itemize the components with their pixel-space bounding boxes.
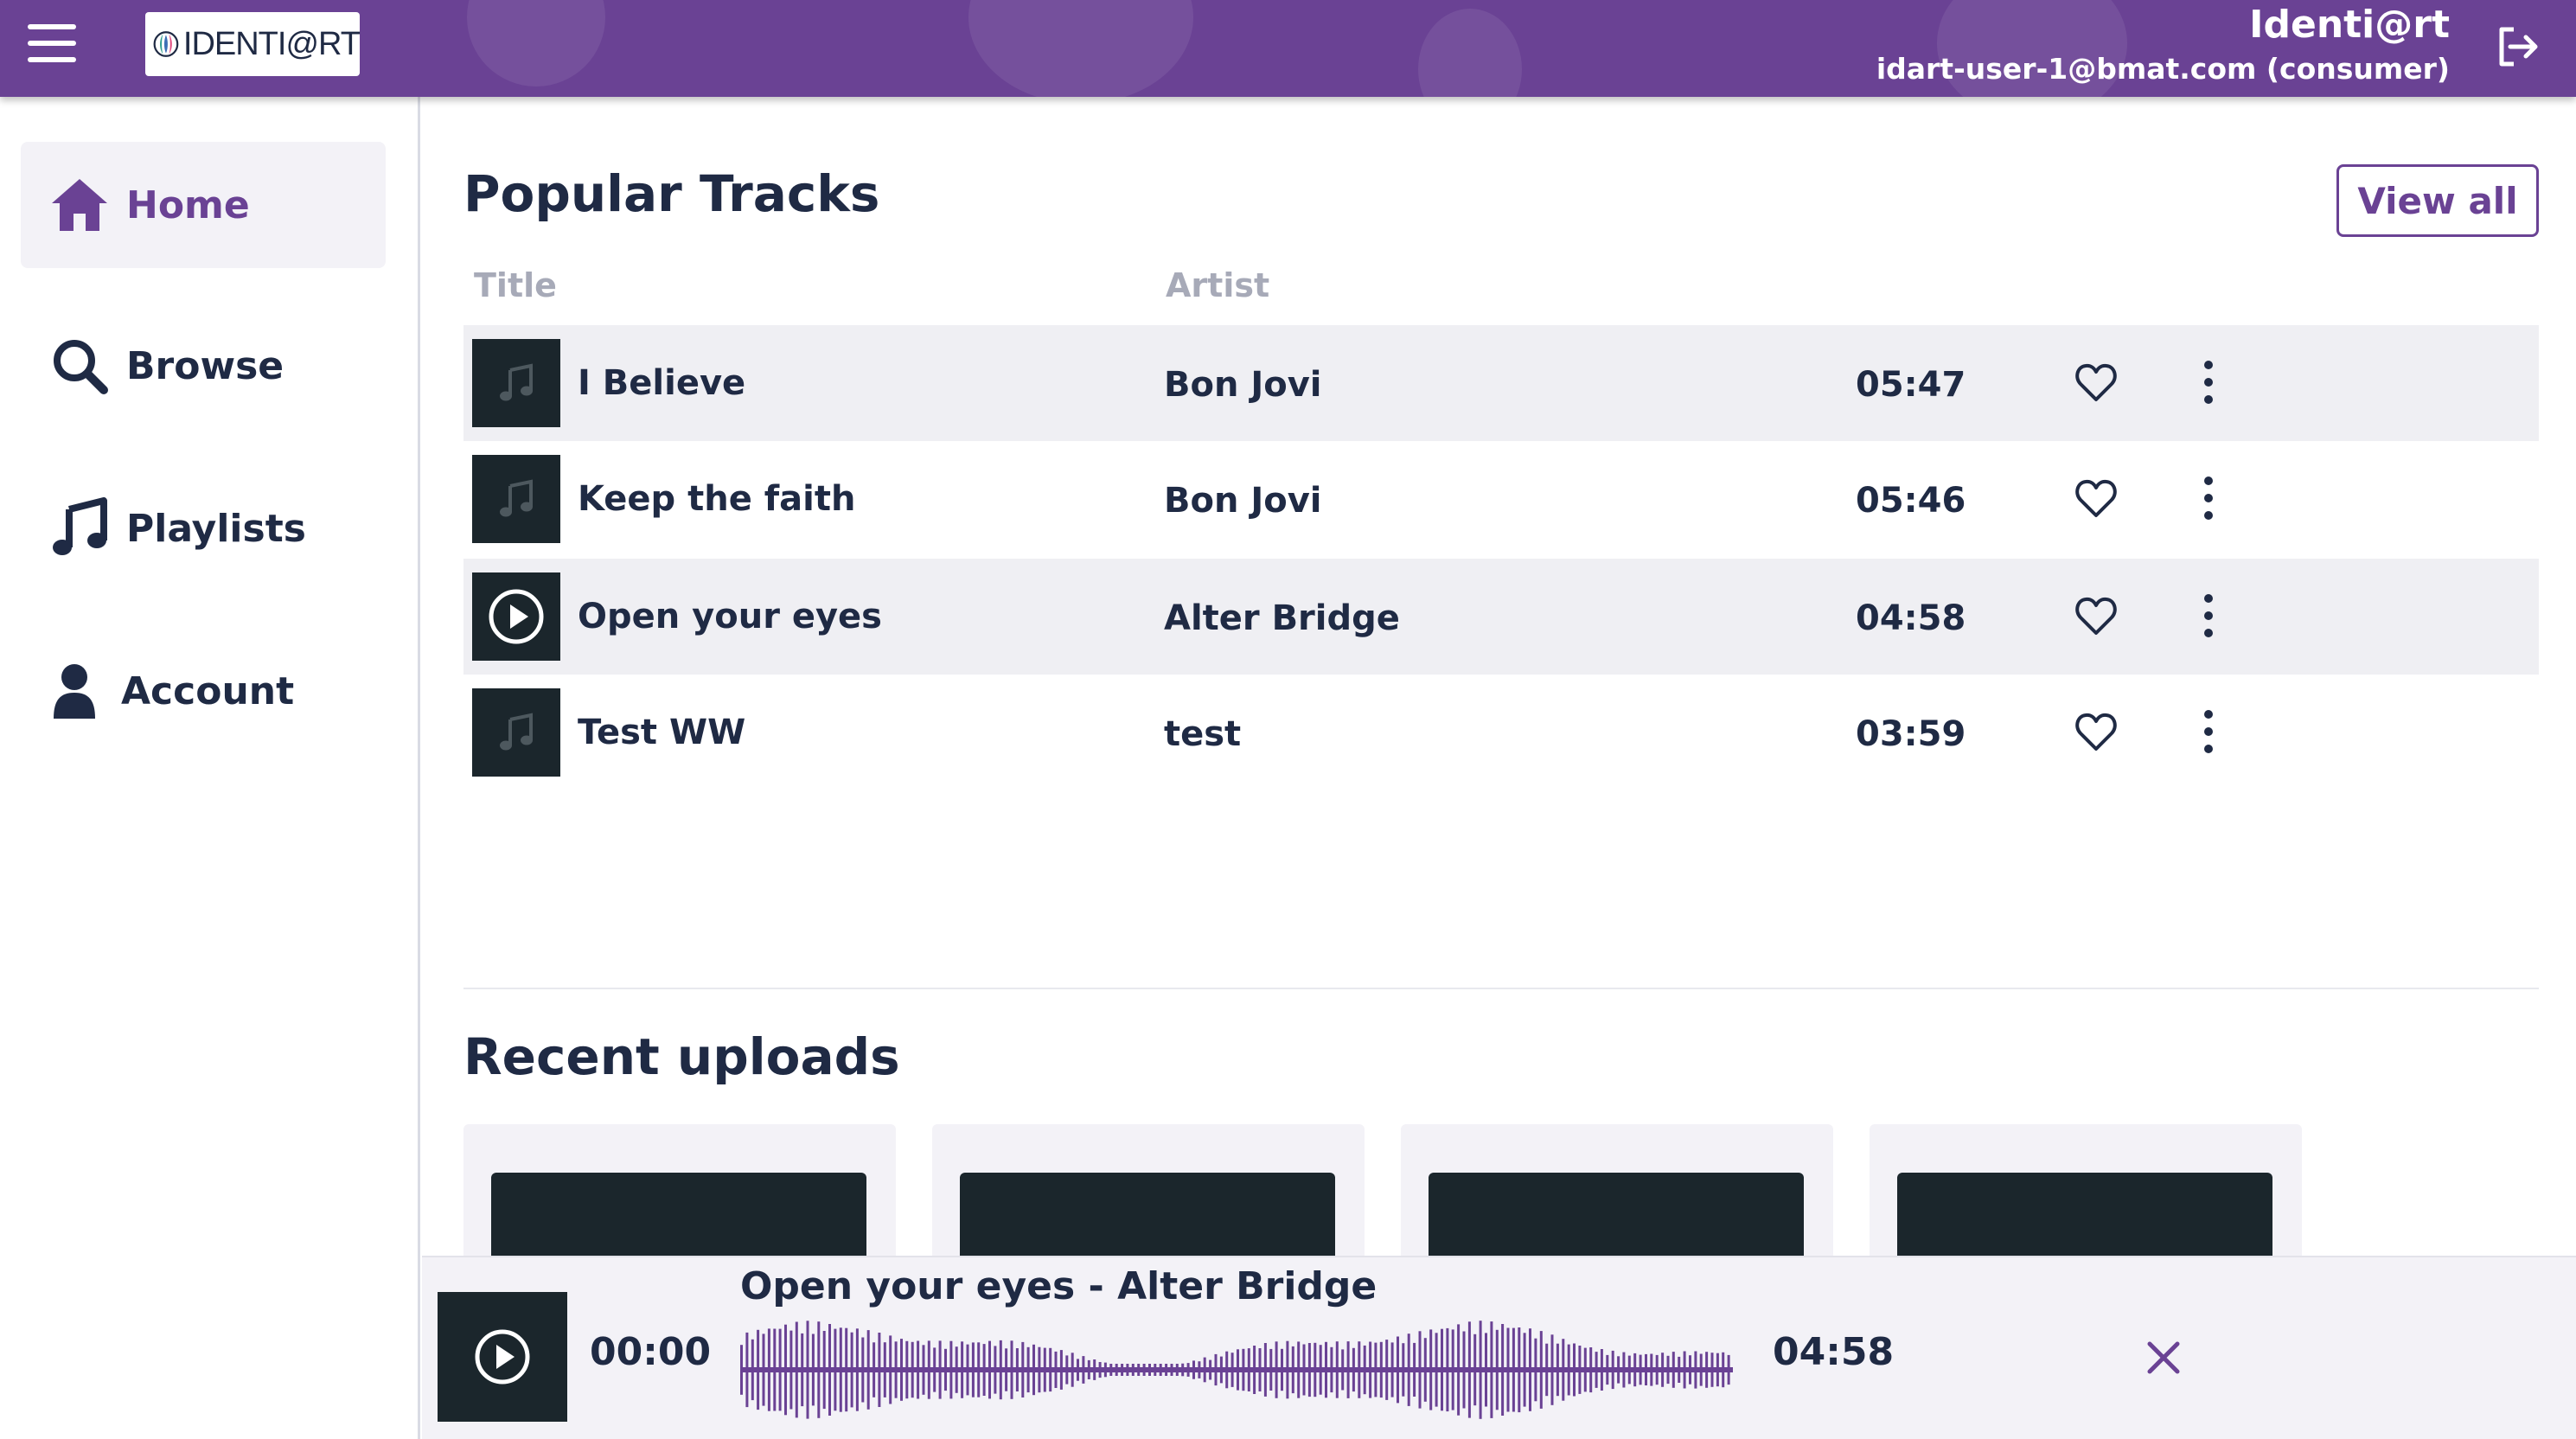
header-decoration: [1418, 9, 1522, 97]
heart-icon[interactable]: [2074, 360, 2119, 405]
upload-cover: [960, 1173, 1335, 1263]
more-options-icon[interactable]: [2198, 474, 2219, 522]
player-current-time: 00:00: [590, 1330, 712, 1374]
app-header: IDENTI@RT Identi@rt idart-user-1@bmat.co…: [0, 0, 2576, 97]
sidebar-item-label: Playlists: [126, 506, 306, 551]
upload-card[interactable]: [1401, 1124, 1833, 1263]
logo-mark-icon: [153, 31, 179, 57]
upload-cover: [1897, 1173, 2272, 1263]
player-total-time: 04:58: [1773, 1330, 1895, 1374]
sidebar-item-label: Home: [126, 182, 250, 227]
home-icon: [52, 179, 107, 231]
view-all-button[interactable]: View all: [2336, 164, 2539, 237]
music-note-icon: [500, 363, 533, 401]
track-title: Keep the faith: [578, 479, 856, 519]
table-row[interactable]: Open your eyes Alter Bridge 04:58: [463, 559, 2539, 675]
music-note-icon: [500, 713, 533, 751]
track-thumbnail[interactable]: [472, 339, 560, 427]
user-icon: [54, 664, 95, 719]
table-row[interactable]: Keep the faith Bon Jovi 05:46: [463, 441, 2539, 557]
track-artist: Alter Bridge: [1164, 598, 1400, 638]
upload-card[interactable]: [463, 1124, 896, 1263]
logo-text: IDENTI@RT: [182, 25, 361, 62]
section-divider: [463, 988, 2539, 989]
track-duration: 05:46: [1856, 481, 1966, 521]
sidebar-item-browse[interactable]: Browse: [21, 303, 386, 429]
track-duration: 03:59: [1856, 714, 1966, 754]
sidebar-item-home[interactable]: Home: [21, 142, 386, 268]
audio-player: 00:00 Open your eyes - Alter Bridge 04:5…: [422, 1256, 2576, 1439]
track-title: Test WW: [578, 713, 746, 752]
popular-tracks-title: Popular Tracks: [463, 164, 880, 223]
player-play-button[interactable]: [438, 1292, 567, 1422]
player-track-title: Open your eyes - Alter Bridge: [740, 1264, 1377, 1308]
logout-icon[interactable]: [2491, 21, 2543, 73]
more-options-icon[interactable]: [2198, 358, 2219, 406]
user-info: Identi@rt idart-user-1@bmat.com (consume…: [1876, 3, 2450, 92]
header-decoration: [968, 0, 1193, 97]
heart-icon[interactable]: [2074, 593, 2119, 638]
waveform-scrubber[interactable]: [740, 1309, 1733, 1430]
upload-card[interactable]: [932, 1124, 1365, 1263]
track-title: I Believe: [578, 363, 746, 403]
music-note-icon: [53, 497, 107, 555]
table-row[interactable]: Test WW test 03:59: [463, 675, 2539, 790]
close-icon[interactable]: [2143, 1337, 2184, 1378]
track-artist: test: [1164, 714, 1242, 754]
track-thumbnail[interactable]: [472, 688, 560, 777]
track-duration: 04:58: [1856, 598, 1966, 638]
upload-cover: [1429, 1173, 1804, 1263]
sidebar: Home Browse Playlists Account: [0, 97, 420, 1439]
play-circle-icon: [475, 1329, 530, 1385]
track-artist: Bon Jovi: [1164, 481, 1322, 521]
sidebar-item-label: Account: [121, 668, 295, 713]
more-options-icon[interactable]: [2198, 592, 2219, 640]
play-circle-icon[interactable]: [486, 586, 547, 647]
heart-icon[interactable]: [2074, 709, 2119, 754]
menu-icon[interactable]: [28, 24, 76, 66]
search-icon: [54, 340, 108, 394]
music-note-icon: [500, 479, 533, 517]
header-decoration: [467, 0, 605, 86]
recent-uploads-title: Recent uploads: [463, 1027, 900, 1086]
user-email: idart-user-1@bmat.com (consumer): [1876, 52, 2450, 86]
sidebar-item-playlists[interactable]: Playlists: [21, 465, 386, 592]
column-header-artist[interactable]: Artist: [1166, 266, 1269, 304]
track-title: Open your eyes: [578, 597, 882, 636]
upload-card[interactable]: [1870, 1124, 2302, 1263]
sidebar-item-account[interactable]: Account: [21, 628, 386, 754]
track-thumbnail[interactable]: [472, 572, 560, 661]
track-duration: 05:47: [1856, 365, 1966, 405]
sidebar-item-label: Browse: [126, 343, 284, 388]
track-artist: Bon Jovi: [1164, 365, 1322, 405]
table-row[interactable]: I Believe Bon Jovi 05:47: [463, 325, 2539, 441]
upload-cover: [491, 1173, 866, 1263]
heart-icon[interactable]: [2074, 476, 2119, 521]
user-name: Identi@rt: [2249, 3, 2450, 47]
more-options-icon[interactable]: [2198, 707, 2219, 756]
track-thumbnail[interactable]: [472, 455, 560, 543]
column-header-title[interactable]: Title: [474, 266, 557, 304]
app-logo[interactable]: IDENTI@RT: [145, 12, 361, 76]
